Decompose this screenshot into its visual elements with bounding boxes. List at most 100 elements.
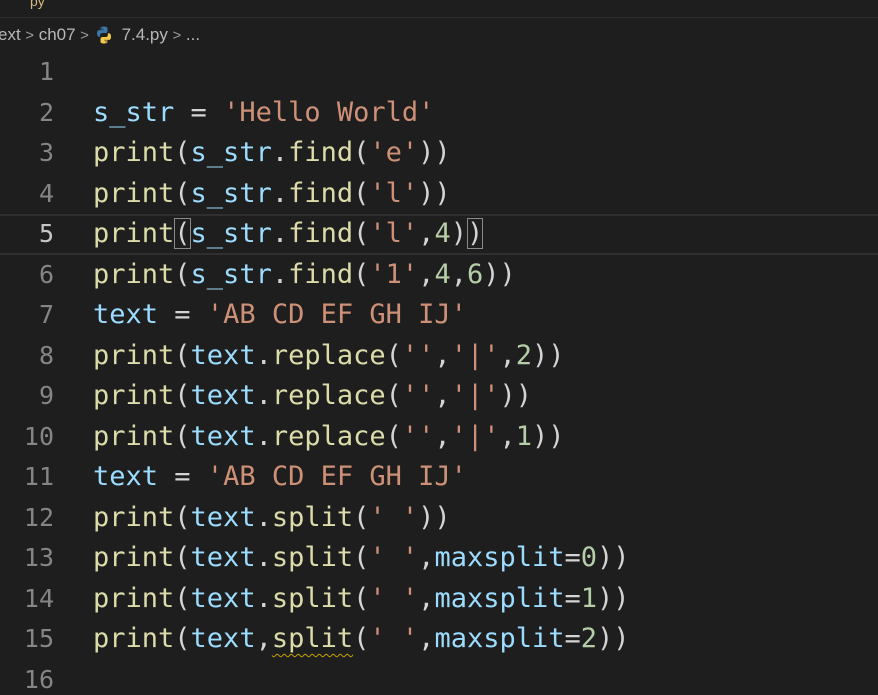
code-line[interactable]: 15 print(text,split(' ',maxsplit=2)) [0, 619, 878, 660]
code-text[interactable]: text = 'AB CD EF GH IJ' [93, 295, 467, 336]
code-token: )) [418, 177, 451, 209]
breadcrumb-item-file[interactable]: 7.4.py [94, 25, 168, 45]
line-number: 3 [38, 138, 54, 167]
code-token: ' ' [369, 623, 419, 654]
code-line[interactable]: 10 print(text.replace('','|',1)) [0, 417, 878, 458]
code-token: . [255, 339, 272, 371]
code-line[interactable]: 1 [0, 52, 878, 93]
code-text[interactable]: print(s_str.find('l',4)) [93, 216, 484, 253]
code-line[interactable]: 12 print(text.split(' ')) [0, 498, 878, 539]
code-token: )) [597, 542, 630, 573]
code-token: ' ' [369, 501, 419, 533]
code-token: ( [174, 542, 191, 573]
code-token: = [564, 542, 581, 573]
code-token: ( [353, 137, 370, 168]
code-token: s_str [190, 258, 272, 290]
code-text[interactable]: s_str = 'Hello World' [93, 93, 434, 134]
code-line[interactable]: 5 print(s_str.find('l',4)) [0, 214, 878, 255]
code-token: )) [532, 420, 565, 452]
code-token: s_str [93, 96, 175, 128]
code-line[interactable]: 7 text = 'AB CD EF GH IJ' [0, 295, 878, 336]
code-token: 1 [580, 582, 598, 614]
code-token: ' ' [369, 542, 419, 573]
code-token: ( [353, 177, 370, 209]
code-token: replace [271, 380, 386, 411]
code-text[interactable]: print(text.replace('','|')) [93, 376, 532, 417]
code-line[interactable]: 11 text = 'AB CD EF GH IJ' [0, 457, 878, 498]
line-number: 8 [38, 340, 54, 370]
code-line[interactable]: 9 print(text.replace('','|')) [0, 376, 878, 417]
code-text[interactable]: print(text.split(' ')) [93, 498, 451, 539]
code-text[interactable]: print(s_str.find('e')) [93, 133, 451, 174]
code-line[interactable]: 3 print(s_str.find('e')) [0, 133, 878, 174]
code-token: = [158, 299, 207, 330]
line-number: 4 [38, 178, 54, 208]
code-text[interactable]: print(s_str.find('l')) [93, 174, 451, 215]
code-token: , [418, 623, 435, 654]
breadcrumb-item-folder[interactable]: ext [0, 25, 21, 45]
code-text[interactable]: print(text,split(' ',maxsplit=2)) [93, 619, 630, 660]
code-token: = [174, 96, 224, 128]
code-editor[interactable]: 1 2 s_str = 'Hello World' 3 print(s_str.find… [0, 52, 878, 695]
code-line[interactable]: 14 print(text.split(' ',maxsplit=1)) [0, 579, 878, 620]
code-line[interactable]: 2 s_str = 'Hello World' [0, 93, 878, 134]
code-token: 4 [434, 258, 451, 290]
code-text[interactable]: print(text.replace('','|',2)) [93, 336, 565, 377]
code-token: , [434, 339, 451, 371]
code-token: '|' [450, 339, 500, 371]
code-token: print [93, 177, 175, 209]
code-token: = [564, 582, 581, 614]
code-token: )) [597, 623, 630, 654]
code-text[interactable]: text = 'AB CD EF GH IJ' [93, 457, 467, 498]
code-line[interactable]: 16 [0, 660, 878, 695]
code-token: print [93, 218, 175, 249]
code-token: . [255, 582, 272, 614]
code-line[interactable]: 8 print(text.replace('','|',2)) [0, 336, 878, 377]
code-token: )) [597, 582, 630, 614]
code-token: maxsplit [434, 623, 565, 654]
code-token: print [93, 137, 175, 168]
code-line[interactable]: 4 print(s_str.find('l')) [0, 174, 878, 215]
breadcrumb-item-ch07[interactable]: ch07 [39, 25, 76, 45]
code-line[interactable]: 13 print(text.split(' ',maxsplit=0)) [0, 538, 878, 579]
code-token: = [158, 461, 207, 492]
code-text[interactable]: print(text.split(' ',maxsplit=1)) [93, 579, 630, 620]
code-token: print [93, 420, 175, 452]
code-token: , [418, 218, 435, 249]
code-token: = [564, 623, 581, 654]
code-token: '|' [450, 380, 500, 411]
line-number: 9 [38, 381, 54, 410]
code-token: '' [401, 420, 435, 452]
code-token: , [499, 420, 516, 452]
code-token: , [434, 420, 451, 452]
code-token: ( [174, 258, 191, 290]
code-token: ( [353, 218, 370, 249]
code-line[interactable]: 6 print(s_str.find('1',4,6)) [0, 255, 878, 296]
code-token: ( [353, 501, 370, 533]
code-token: , [499, 339, 516, 371]
breadcrumb-separator: > [80, 26, 89, 44]
breadcrumb-item-symbols[interactable]: ... [186, 25, 200, 45]
code-text[interactable]: print(text.replace('','|',1)) [93, 417, 565, 458]
code-token: . [271, 177, 289, 209]
code-token: . [255, 420, 272, 452]
code-token: maxsplit [434, 542, 565, 573]
tab-label[interactable]: py [30, 0, 45, 9]
code-token: . [255, 380, 272, 411]
code-token: text [190, 420, 256, 452]
matching-bracket: ( [174, 218, 191, 249]
line-number: 15 [23, 624, 54, 653]
code-token: ' ' [369, 582, 419, 614]
code-token: ( [174, 420, 191, 452]
code-text[interactable]: print(text.split(' ',maxsplit=0)) [93, 538, 630, 579]
code-token: print [93, 258, 175, 290]
code-text[interactable]: print(s_str.find('1',4,6)) [93, 255, 516, 296]
breadcrumb-separator: > [25, 26, 35, 44]
code-token: split [271, 582, 354, 614]
line-number: 13 [23, 543, 54, 572]
code-token: , [418, 542, 435, 573]
code-token: '' [401, 339, 435, 371]
code-token: maxsplit [434, 582, 565, 614]
line-number: 12 [23, 502, 54, 532]
code-token: , [255, 623, 272, 654]
